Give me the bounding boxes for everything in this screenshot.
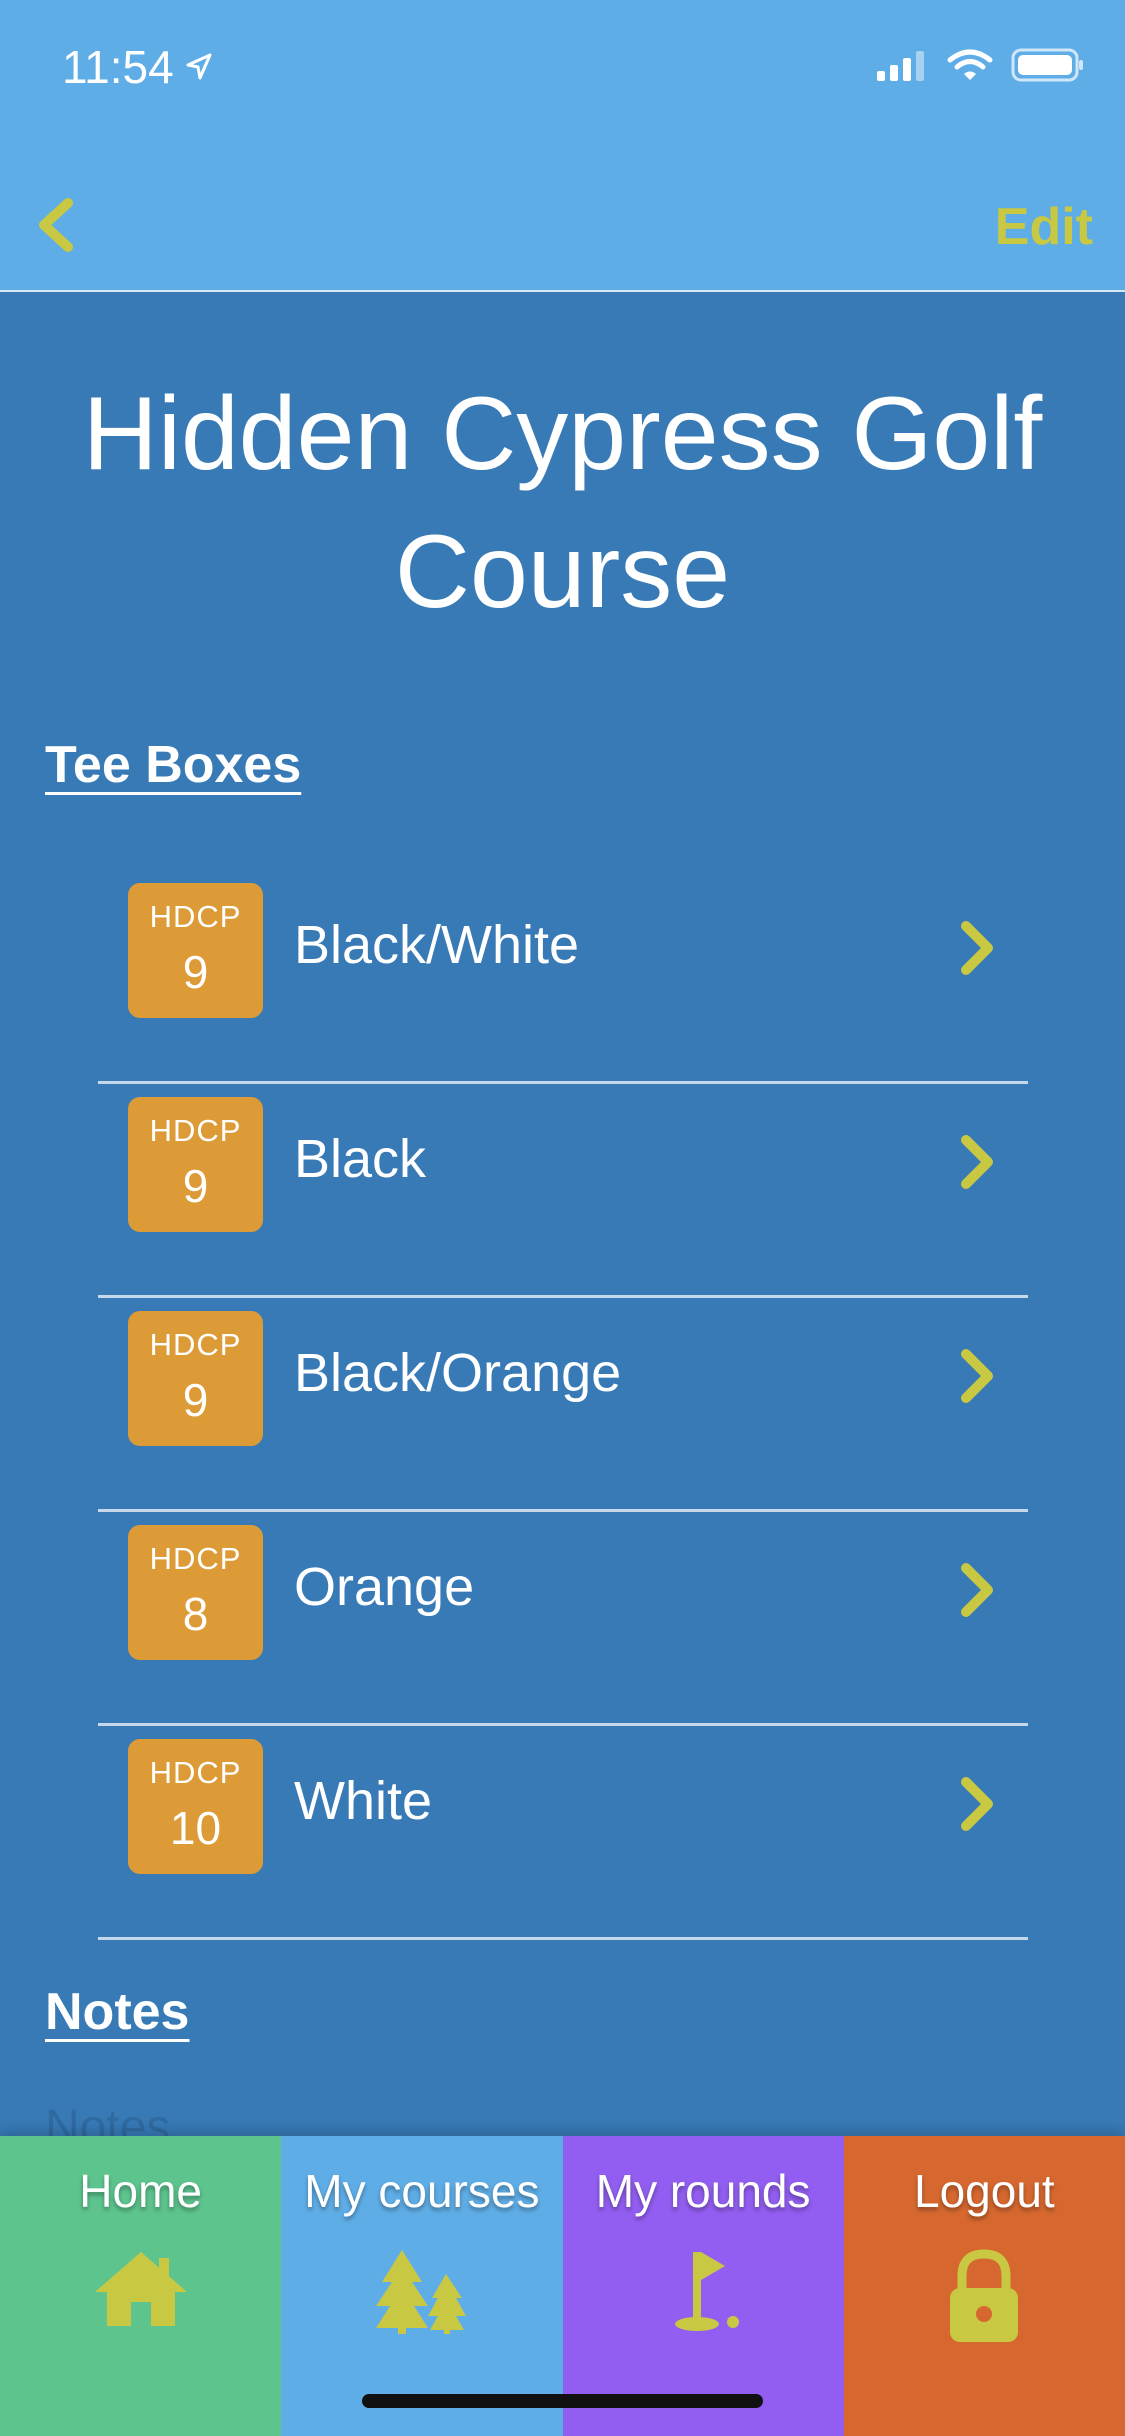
battery-icon	[1011, 48, 1083, 82]
tee-box-name: Black	[294, 1129, 427, 1189]
hdcp-value: 10	[169, 1802, 222, 1854]
status-icons	[877, 48, 1085, 82]
hdcp-label: HDCP	[149, 1755, 242, 1790]
chevron-right-icon	[961, 1777, 993, 1831]
time-label: 11:54	[62, 41, 174, 93]
notes-heading: Notes	[45, 1983, 190, 2041]
tab-logout[interactable]: Logout	[843, 2136, 1125, 2436]
hdcp-value: 9	[182, 1160, 209, 1212]
tee-box-name: Orange	[294, 1557, 475, 1617]
tab-label: My courses	[304, 2165, 540, 2217]
back-chevron-icon[interactable]	[30, 195, 80, 255]
tab-home[interactable]: Home	[0, 2136, 282, 2436]
home-icon	[94, 2252, 187, 2326]
tee-box-name: Black/Orange	[294, 1343, 622, 1403]
hdcp-value: 8	[182, 1588, 209, 1640]
hdcp-label: HDCP	[149, 1327, 242, 1362]
chevron-right-icon	[961, 1349, 993, 1403]
tee-box-row[interactable]: HDCP 9 Black/Orange	[98, 1298, 1028, 1512]
edit-button[interactable]: Edit	[995, 197, 1093, 257]
navigation-bar: Edit	[0, 140, 1125, 292]
tee-boxes-heading: Tee Boxes	[45, 736, 302, 794]
tab-label: Logout	[914, 2165, 1055, 2217]
location-arrow-icon	[186, 53, 212, 80]
hdcp-badge: HDCP 8	[128, 1525, 263, 1660]
page-title: Hidden Cypress Golf Course	[82, 376, 1043, 630]
golf-flag-icon	[675, 2252, 740, 2331]
lock-icon	[950, 2249, 1019, 2342]
chevron-right-icon	[961, 1563, 993, 1617]
tab-label: Home	[79, 2165, 202, 2217]
chevron-right-icon	[961, 921, 993, 975]
tee-box-row[interactable]: HDCP 9 Black	[98, 1084, 1028, 1298]
wifi-icon	[947, 49, 993, 80]
tee-box-name: White	[294, 1771, 433, 1831]
hdcp-badge: HDCP 10	[128, 1739, 263, 1874]
cellular-signal-icon	[877, 51, 924, 81]
tee-box-row[interactable]: HDCP 8 Orange	[98, 1512, 1028, 1726]
home-indicator	[362, 2394, 763, 2408]
tee-box-row[interactable]: HDCP 9 Black/White	[98, 870, 1028, 1084]
status-time: 11:54	[62, 40, 214, 94]
hdcp-badge: HDCP 9	[128, 1311, 263, 1446]
chevron-right-icon	[961, 1135, 993, 1189]
tab-bar: Home My courses My rounds Logout	[0, 2136, 1125, 2436]
tee-box-list: HDCP 9 Black/White HDCP 9 Black HDCP 9 B…	[98, 870, 1028, 1940]
tab-my-rounds[interactable]: My rounds	[562, 2136, 844, 2436]
hdcp-value: 9	[182, 1374, 209, 1426]
hdcp-label: HDCP	[149, 1541, 242, 1576]
tab-my-courses[interactable]: My courses	[281, 2136, 563, 2436]
hdcp-badge: HDCP 9	[128, 883, 263, 1018]
hdcp-badge: HDCP 9	[128, 1097, 263, 1232]
tee-box-row[interactable]: HDCP 10 White	[98, 1726, 1028, 1940]
hdcp-value: 9	[182, 946, 209, 998]
hdcp-label: HDCP	[149, 1113, 242, 1148]
trees-icon	[375, 2250, 466, 2334]
tab-label: My rounds	[595, 2165, 811, 2217]
hdcp-label: HDCP	[149, 899, 242, 934]
tee-box-name: Black/White	[294, 915, 580, 975]
status-bar: 11:54	[0, 0, 1125, 140]
